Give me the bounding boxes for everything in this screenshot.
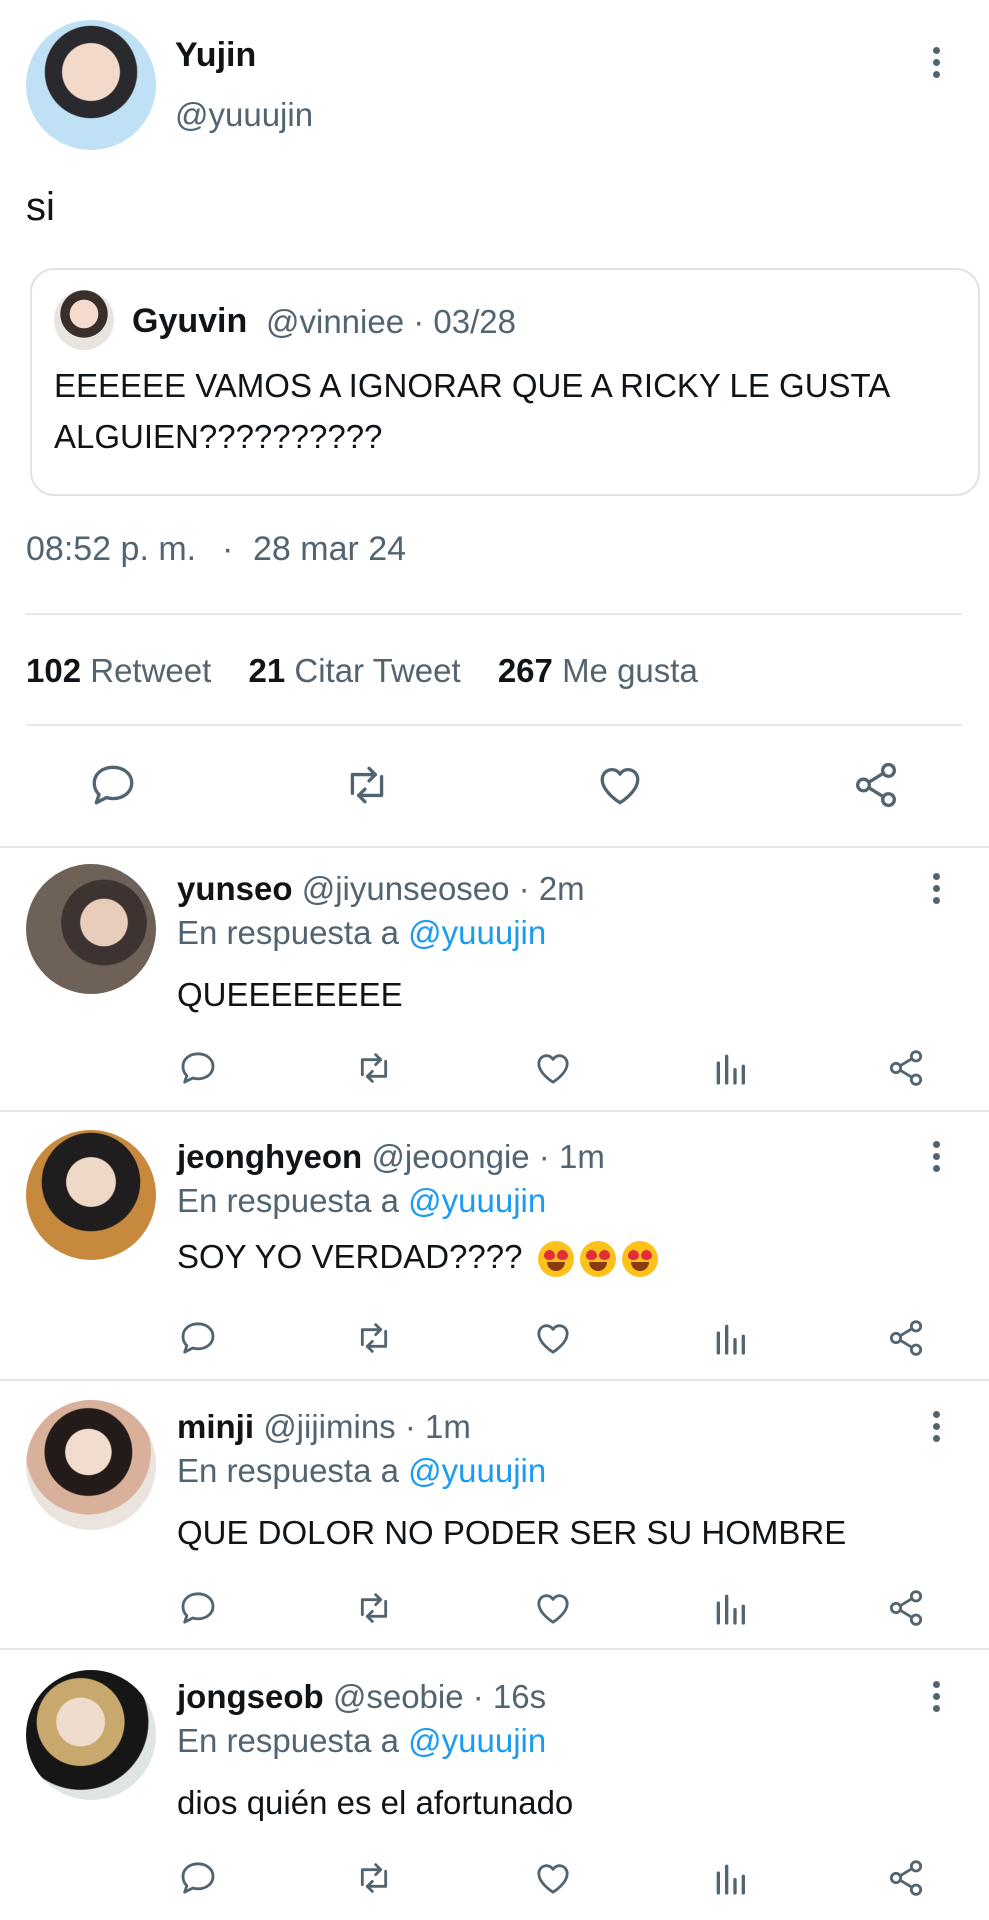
reply-action-bar bbox=[0, 1048, 989, 1092]
quoted-text-line-1: EEEEEE VAMOS A IGNORAR QUE A RICKY LE GU… bbox=[54, 367, 891, 404]
replying-to-handle[interactable]: @yuuujin bbox=[408, 1722, 546, 1759]
reply-icon[interactable] bbox=[178, 1048, 218, 1088]
reply-author-name[interactable]: jongseob bbox=[177, 1678, 324, 1715]
reply-icon[interactable] bbox=[178, 1588, 218, 1628]
heart-eyes-emoji bbox=[621, 1241, 658, 1278]
share-icon[interactable] bbox=[886, 1588, 926, 1628]
replying-to-handle[interactable]: @yuuujin bbox=[408, 914, 546, 951]
reply-meta: @seobie · 16s bbox=[332, 1678, 547, 1715]
more-options-icon[interactable] bbox=[926, 1676, 946, 1716]
more-options-icon[interactable] bbox=[926, 42, 946, 82]
tweet-stats: 102 Retweet 21 Citar Tweet 267 Me gusta bbox=[26, 652, 698, 690]
analytics-icon[interactable] bbox=[710, 1048, 750, 1088]
like-count[interactable]: 267 Me gusta bbox=[498, 652, 698, 689]
reply-text: QUE DOLOR NO PODER SER SU HOMBRE bbox=[177, 1514, 847, 1551]
retweet-icon[interactable] bbox=[352, 1318, 396, 1358]
reply-text: dios quién es el afortunado bbox=[177, 1784, 574, 1821]
quoted-avatar bbox=[54, 290, 114, 350]
reply-avatar[interactable] bbox=[26, 1130, 156, 1260]
quoted-text-line-2: ALGUIEN?????????? bbox=[54, 418, 383, 455]
reply-avatar[interactable] bbox=[26, 864, 156, 994]
reply-icon[interactable] bbox=[178, 1858, 218, 1898]
quoted-meta: @vinniee · 03/28 bbox=[266, 303, 516, 340]
analytics-icon[interactable] bbox=[710, 1858, 750, 1898]
more-options-icon[interactable] bbox=[926, 1406, 946, 1446]
retweet-icon[interactable] bbox=[340, 760, 394, 810]
retweet-icon[interactable] bbox=[352, 1048, 396, 1088]
share-icon[interactable] bbox=[850, 760, 902, 810]
heart-eyes-emoji bbox=[537, 1241, 574, 1278]
retweet-icon[interactable] bbox=[352, 1588, 396, 1628]
divider bbox=[0, 1110, 989, 1112]
reply-author-name[interactable]: jeonghyeon bbox=[177, 1138, 362, 1175]
replying-to-handle[interactable]: @yuuujin bbox=[408, 1182, 546, 1219]
like-icon[interactable] bbox=[532, 1048, 574, 1088]
reply-meta: @jeoongie · 1m bbox=[371, 1138, 605, 1175]
share-icon[interactable] bbox=[886, 1048, 926, 1088]
reply-author-name[interactable]: yunseo bbox=[177, 870, 293, 907]
reply-meta: @jiyunseoseo · 2m bbox=[301, 870, 585, 907]
share-icon[interactable] bbox=[886, 1858, 926, 1898]
replying-to-label: En respuesta a bbox=[177, 1452, 399, 1489]
analytics-icon[interactable] bbox=[710, 1588, 750, 1628]
author-name[interactable]: Yujin bbox=[175, 36, 256, 75]
analytics-icon[interactable] bbox=[710, 1318, 750, 1358]
heart-eyes-emoji bbox=[579, 1241, 616, 1278]
tweet-time[interactable]: 08:52 p. m. bbox=[26, 530, 196, 569]
more-options-icon[interactable] bbox=[926, 868, 946, 908]
like-icon[interactable] bbox=[532, 1318, 574, 1358]
divider bbox=[26, 613, 962, 615]
reply-text: QUEEEEEEEE bbox=[177, 976, 403, 1013]
reply-action-bar bbox=[0, 1858, 989, 1902]
author-handle[interactable]: @yuuujin bbox=[175, 96, 313, 134]
replying-to-handle[interactable]: @yuuujin bbox=[408, 1452, 546, 1489]
quote-count[interactable]: 21 Citar Tweet bbox=[248, 652, 460, 689]
time-date-separator: · bbox=[222, 530, 234, 568]
tweet-text: si bbox=[26, 185, 55, 229]
reply-action-bar bbox=[0, 1588, 989, 1632]
reply-avatar[interactable] bbox=[26, 1670, 156, 1800]
quoted-tweet[interactable]: Gyuvin @vinniee · 03/28 EEEEEE VAMOS A I… bbox=[30, 268, 980, 496]
like-icon[interactable] bbox=[532, 1588, 574, 1628]
tweet-date[interactable]: 28 mar 24 bbox=[253, 530, 406, 569]
divider bbox=[26, 724, 962, 726]
reply-author-name[interactable]: minji bbox=[177, 1408, 254, 1445]
author-avatar[interactable] bbox=[26, 20, 156, 150]
divider bbox=[0, 1379, 989, 1381]
like-icon[interactable] bbox=[594, 760, 646, 810]
replying-to-label: En respuesta a bbox=[177, 914, 399, 951]
reply-action-bar bbox=[0, 1318, 989, 1362]
replying-to-label: En respuesta a bbox=[177, 1182, 399, 1219]
retweet-count[interactable]: 102 Retweet bbox=[26, 652, 211, 689]
quoted-author-name: Gyuvin bbox=[132, 302, 248, 340]
replying-to-label: En respuesta a bbox=[177, 1722, 399, 1759]
reply-avatar[interactable] bbox=[26, 1400, 156, 1530]
retweet-icon[interactable] bbox=[352, 1858, 396, 1898]
reply-icon[interactable] bbox=[88, 760, 138, 810]
divider bbox=[0, 1648, 989, 1650]
more-options-icon[interactable] bbox=[926, 1136, 946, 1176]
reply-text: SOY YO VERDAD???? bbox=[177, 1238, 523, 1275]
share-icon[interactable] bbox=[886, 1318, 926, 1358]
reply-meta: @jijimins · 1m bbox=[263, 1408, 471, 1445]
reply-icon[interactable] bbox=[178, 1318, 218, 1358]
like-icon[interactable] bbox=[532, 1858, 574, 1898]
